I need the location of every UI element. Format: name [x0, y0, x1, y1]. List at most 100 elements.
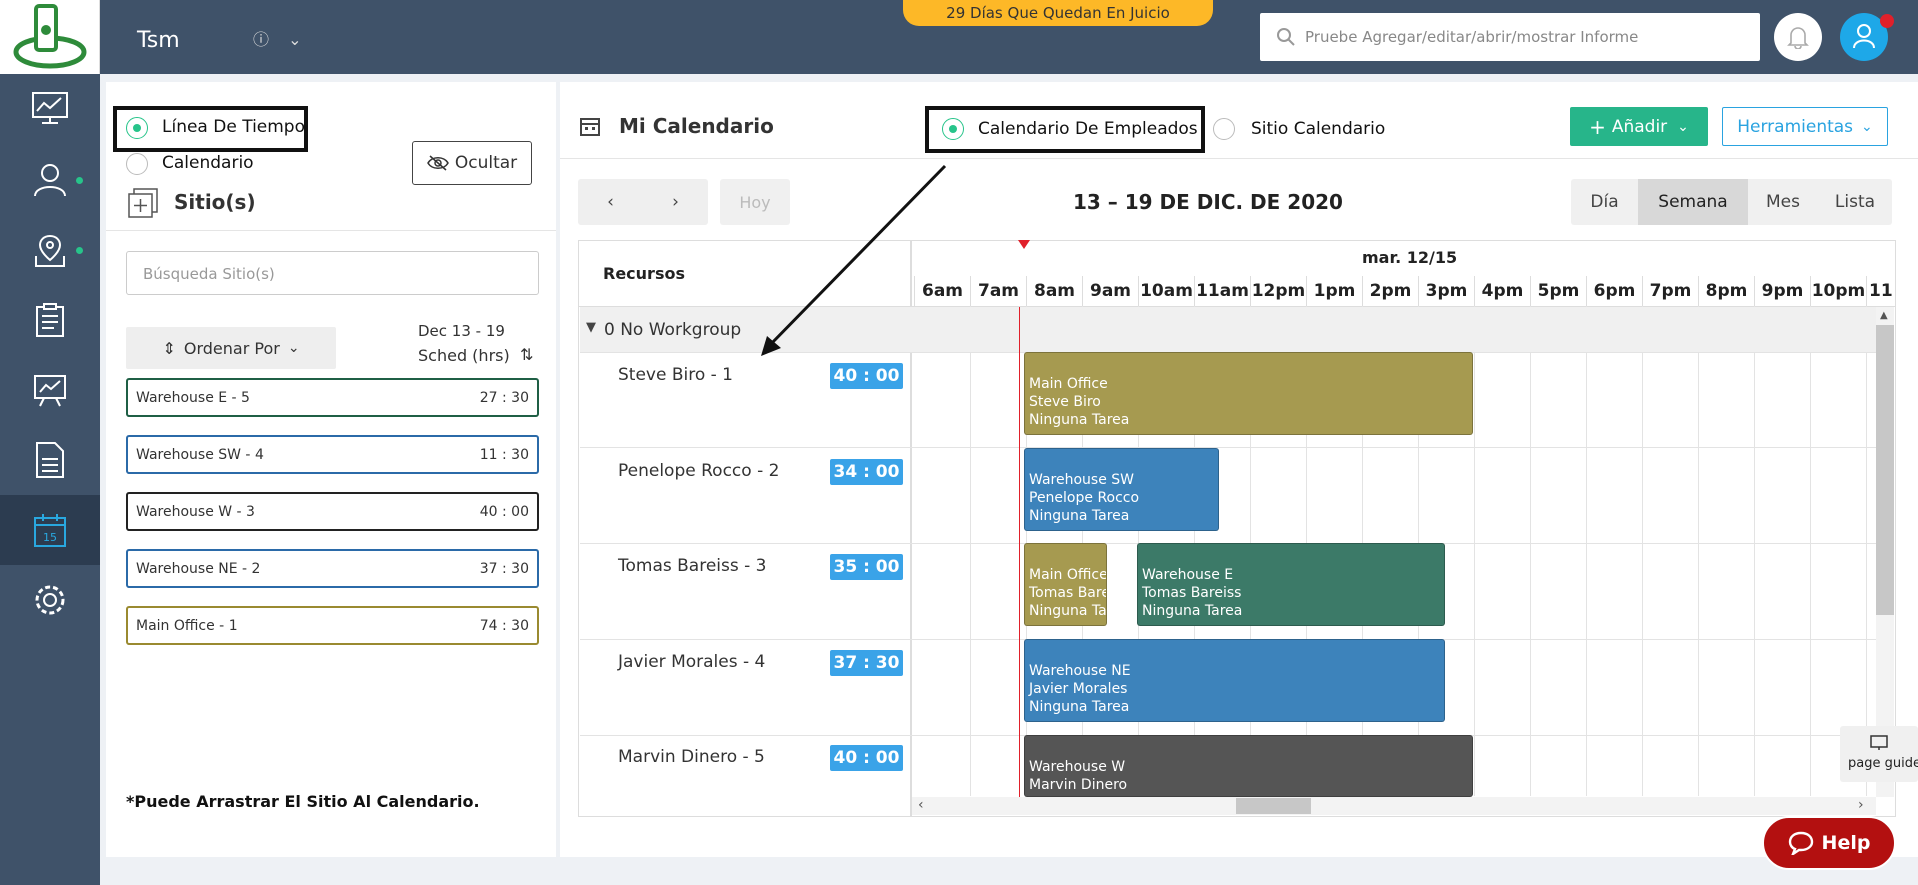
shift-event[interactable]: Warehouse SW Penelope Rocco Ninguna Tare… — [1024, 448, 1219, 531]
site-calendar-label[interactable]: Sitio Calendario — [1251, 119, 1385, 139]
site-name: Main Office - 1 — [136, 618, 238, 634]
tab-week[interactable]: Semana — [1638, 179, 1748, 225]
hide-button-label: Ocultar — [454, 153, 518, 173]
settings-gear-icon[interactable] — [28, 578, 72, 622]
calendar-radio[interactable] — [126, 153, 148, 175]
resource-hours-badge: 34 : 00 — [830, 459, 903, 485]
site-search-input[interactable]: Búsqueda Sitio(s) — [126, 251, 539, 295]
site-item[interactable]: Warehouse SW - 4 11 : 30 — [126, 435, 539, 474]
hour-header: 8am — [1026, 276, 1082, 306]
vertical-scrollbar-thumb[interactable] — [1876, 325, 1894, 615]
next-week-button[interactable]: › — [643, 192, 708, 212]
sort-direction-icon[interactable]: ⇅ — [520, 345, 533, 364]
day-header: mar. 12/15 — [1362, 248, 1458, 267]
tasks-clipboard-icon[interactable] — [28, 298, 72, 342]
tab-month[interactable]: Mes — [1748, 179, 1818, 225]
hide-button[interactable]: Ocultar — [412, 141, 532, 185]
users-icon[interactable] — [28, 158, 72, 202]
event-task: Ninguna Tarea — [1029, 508, 1130, 524]
timeline-radio[interactable] — [126, 117, 148, 139]
timeline-label[interactable]: Línea De Tiempo — [162, 117, 305, 137]
resource-name[interactable]: Marvin Dinero - 5 — [618, 747, 765, 767]
chat-bubble-icon — [1788, 831, 1813, 855]
chevron-down-icon: ⌄ — [288, 30, 302, 49]
resource-name[interactable]: Steve Biro - 1 — [618, 365, 733, 385]
event-task: Ninguna Tarea — [1029, 699, 1130, 715]
svg-text:15: 15 — [43, 531, 57, 544]
page-guide-label: page guide — [1848, 756, 1918, 771]
resource-hours-badge: 35 : 00 — [830, 554, 903, 580]
shift-event[interactable]: Warehouse NE Javier Morales Ninguna Tare… — [1024, 639, 1445, 722]
tools-button[interactable]: Herramientas ⌄ — [1722, 107, 1888, 146]
resource-hours-badge: 40 : 00 — [830, 745, 903, 771]
site-hours: 74 : 30 — [479, 618, 529, 634]
event-site: Warehouse NE — [1029, 663, 1131, 679]
collapse-triangle-icon[interactable]: ▼ — [586, 320, 596, 335]
resource-name[interactable]: Tomas Bareiss - 3 — [618, 556, 766, 576]
site-hours: 11 : 30 — [479, 447, 529, 463]
calendar-icon[interactable]: 15 — [28, 508, 72, 552]
site-item[interactable]: Warehouse NE - 2 37 : 30 — [126, 549, 539, 588]
sort-by-button[interactable]: ⇕ Ordenar Por ⌄ — [126, 327, 336, 369]
site-calendar-radio[interactable] — [1213, 118, 1235, 140]
tab-day[interactable]: Día — [1571, 179, 1638, 225]
hour-header: 10pm — [1810, 276, 1866, 306]
page-guide-tab[interactable]: page guide — [1840, 726, 1918, 782]
horizontal-scrollbar-thumb[interactable] — [1236, 798, 1311, 814]
location-map-icon[interactable] — [28, 228, 72, 272]
hour-gridline — [1866, 306, 1867, 796]
add-site-icon[interactable] — [128, 188, 158, 218]
site-item[interactable]: Main Office - 1 74 : 30 — [126, 606, 539, 645]
employees-calendar-label[interactable]: Calendario De Empleados — [978, 119, 1198, 139]
dashboard-icon[interactable] — [28, 86, 72, 130]
reports-chart-icon[interactable] — [28, 368, 72, 412]
hour-header: 2pm — [1362, 276, 1418, 306]
employees-calendar-radio[interactable] — [942, 118, 964, 140]
shift-event[interactable]: Warehouse W Marvin Dinero — [1024, 735, 1473, 797]
help-button[interactable]: Help — [1762, 816, 1896, 870]
site-hours: 37 : 30 — [479, 561, 529, 577]
hour-header: 7pm — [1642, 276, 1698, 306]
site-hours: 40 : 00 — [479, 504, 529, 520]
notifications-button[interactable] — [1774, 13, 1822, 61]
resource-name[interactable]: Penelope Rocco - 2 — [618, 461, 779, 481]
tutorial-arrow — [761, 164, 947, 356]
shift-event[interactable]: Main Office Tomas Bare Ninguna Ta — [1024, 543, 1107, 626]
hour-header: 3pm — [1418, 276, 1474, 306]
global-search[interactable]: Pruebe Agregar/editar/abrir/mostrar Info… — [1260, 13, 1760, 61]
sched-hours-label: Sched (hrs) — [418, 346, 510, 365]
resource-name[interactable]: Javier Morales - 4 — [618, 652, 765, 672]
trial-banner[interactable]: 29 Días Que Quedan En Juicio — [903, 0, 1213, 26]
workspace-switcher[interactable]: ⓘ ⌄ — [253, 26, 302, 50]
hour-gridline — [1754, 306, 1755, 796]
calendar-view-label[interactable]: Calendario — [162, 153, 254, 173]
bell-icon — [1787, 27, 1809, 49]
tab-list[interactable]: Lista — [1818, 179, 1892, 225]
shift-event[interactable]: Warehouse E Tomas Bareiss Ninguna Tarea — [1137, 543, 1445, 626]
app-logo[interactable] — [0, 0, 100, 74]
hour-header: 11p — [1866, 276, 1894, 306]
event-person: Marvin Dinero — [1029, 777, 1128, 793]
scroll-up-icon[interactable]: ▲ — [1880, 310, 1888, 321]
event-person: Javier Morales — [1029, 681, 1128, 697]
event-person: Steve Biro — [1029, 394, 1101, 410]
shift-event[interactable]: Main Office Steve Biro Ninguna Tarea — [1024, 352, 1473, 435]
site-item[interactable]: Warehouse E - 5 27 : 30 — [126, 378, 539, 417]
site-name: Warehouse E - 5 — [136, 390, 250, 406]
horizontal-scrollbar[interactable] — [912, 797, 1876, 815]
document-icon[interactable] — [28, 438, 72, 482]
hour-header: 5pm — [1530, 276, 1586, 306]
event-site: Main Office — [1029, 567, 1107, 583]
hour-header: 6pm — [1586, 276, 1642, 306]
scroll-right-icon[interactable]: › — [1858, 797, 1864, 813]
chevron-down-icon: ⌄ — [1861, 118, 1873, 135]
workgroup-label: 0 No Workgroup — [604, 320, 742, 340]
site-item[interactable]: Warehouse W - 3 40 : 00 — [126, 492, 539, 531]
scroll-left-icon[interactable]: ‹ — [918, 797, 924, 813]
hour-gridline — [1586, 306, 1587, 796]
resource-hours-badge: 40 : 00 — [830, 363, 903, 389]
add-button[interactable]: + Añadir ⌄ — [1570, 107, 1708, 146]
sites-title: Sitio(s) — [174, 190, 256, 214]
site-name: Warehouse W - 3 — [136, 504, 255, 520]
prev-week-button[interactable]: ‹ — [578, 192, 643, 212]
